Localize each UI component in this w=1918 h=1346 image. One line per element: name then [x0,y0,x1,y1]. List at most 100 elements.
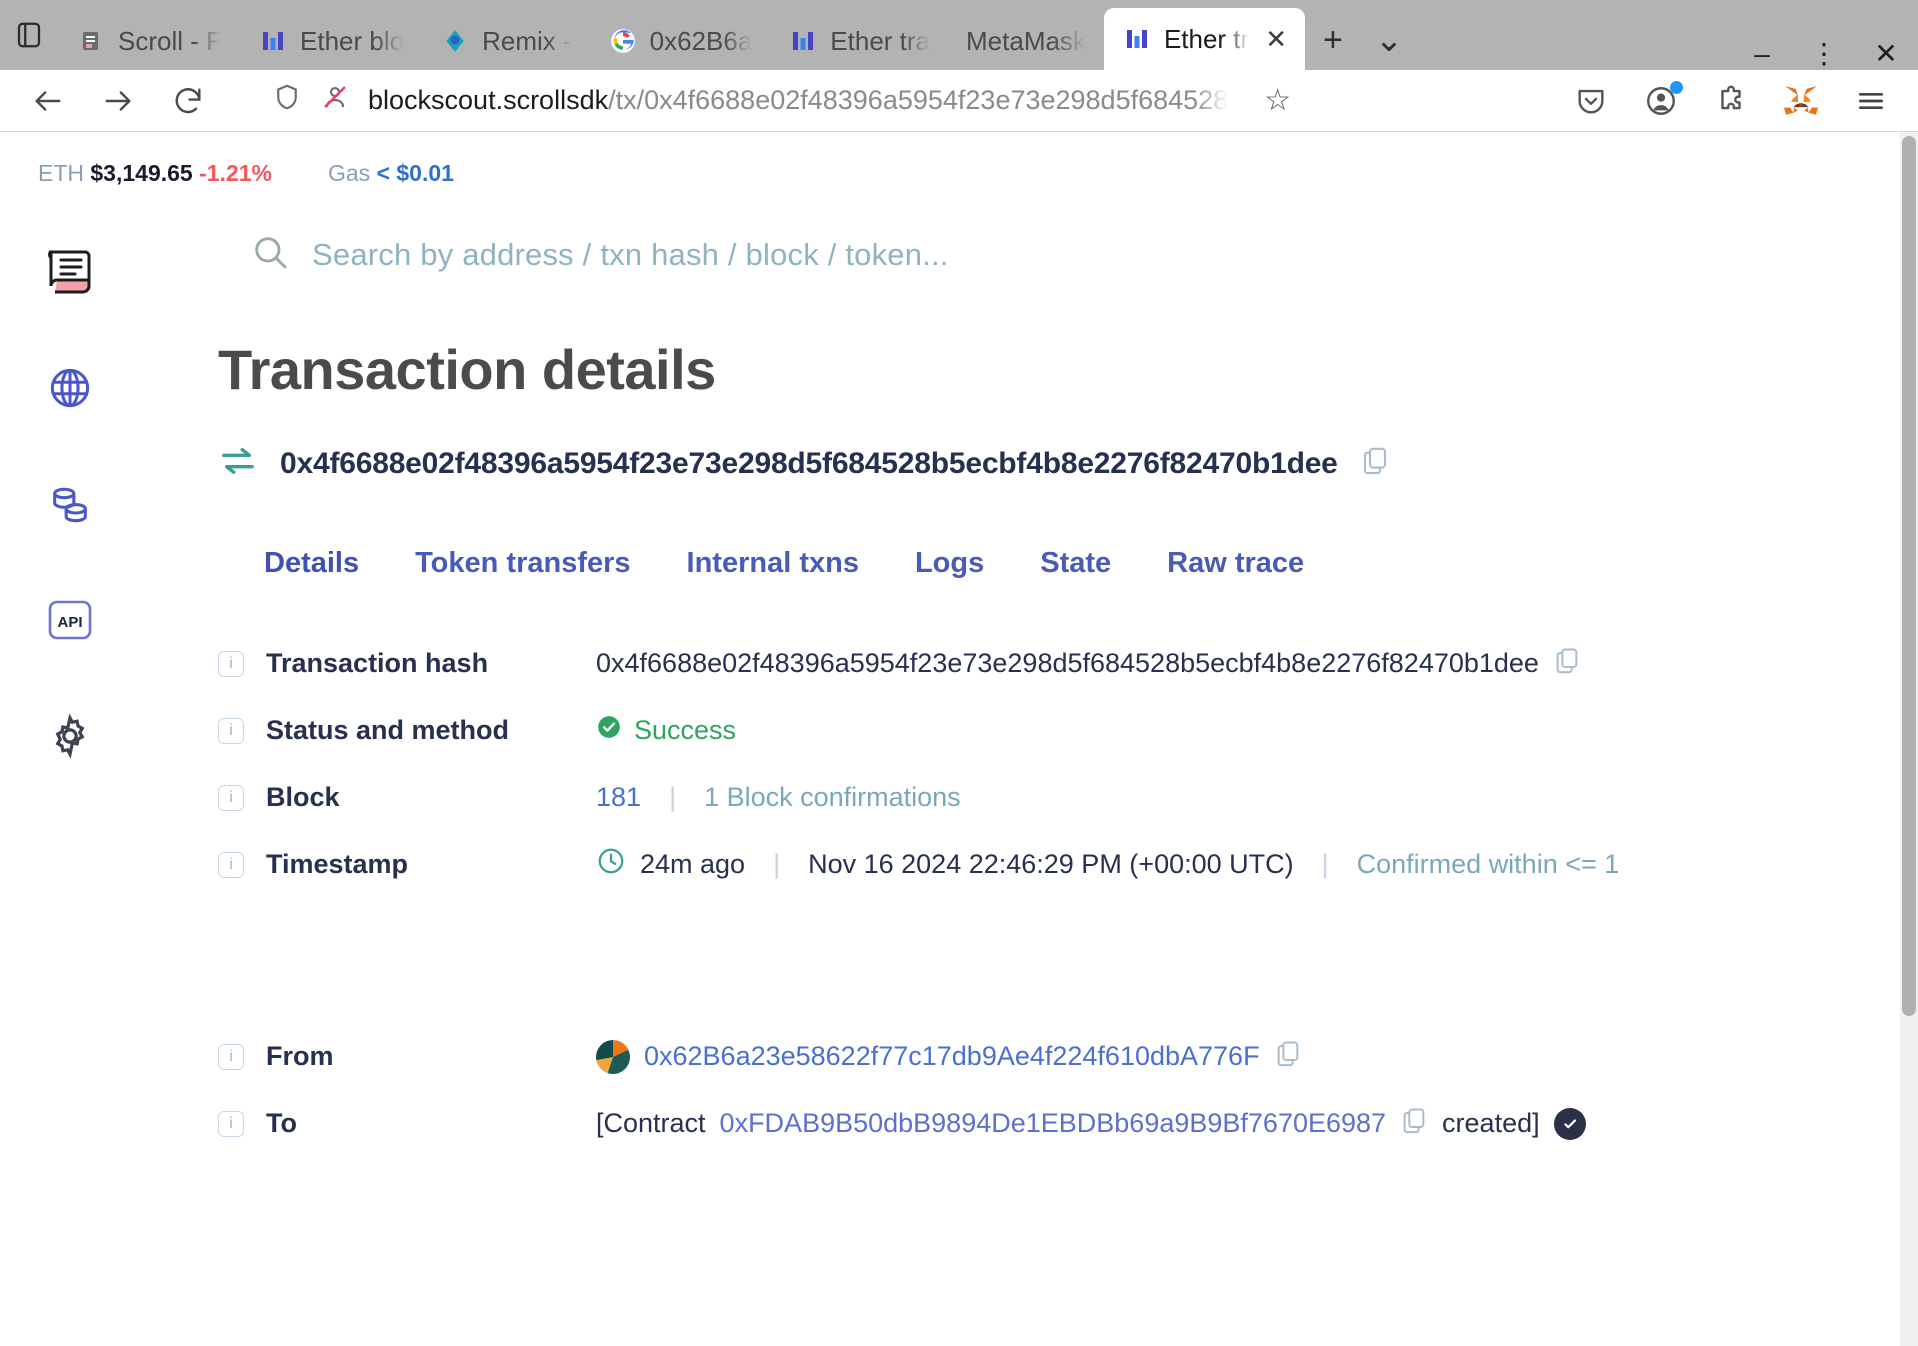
sidebar-item-blockchain[interactable] [38,358,102,422]
tab-label: Remix - [482,25,572,56]
tab-label: MetaMask [966,25,1086,56]
to-contract-link[interactable]: 0xFDAB9B50dbB9894De1EBDBb69a9B9Bf7670E69… [720,1108,1387,1139]
info-hint-icon[interactable]: i [218,1110,244,1137]
info-hint-icon[interactable]: i [218,851,244,878]
restore-button[interactable]: ⋮ [1806,37,1842,70]
info-hint-icon[interactable]: i [218,650,244,677]
copy-icon[interactable] [1400,1106,1428,1141]
firefox-view-icon[interactable] [0,0,58,70]
globe-icon [47,365,93,416]
url-text[interactable]: blockscout.scrollsdk/tx/0x4f6688e02f4839… [368,85,1228,116]
detail-value: Success [596,714,736,747]
tab-raw-trace[interactable]: Raw trace [1139,537,1332,590]
url-host: blockscout.scrollsdk [368,85,609,115]
bookmark-icon[interactable]: ☆ [1264,83,1291,118]
tab-ether-blocks[interactable]: Ether blo [240,12,422,70]
tab-metamask[interactable]: MetaMask [948,12,1104,70]
detail-value: 181 | 1 Block confirmations [596,782,961,813]
tab-label: Ether tra [830,25,931,56]
chevron-down-icon[interactable]: ⌄ [1361,10,1417,70]
detail-row-transaction-hash: i Transaction hash 0x4f6688e02f48396a595… [218,630,1900,697]
detail-label: Transaction hash [266,648,489,678]
search-input[interactable]: Search by address / txn hash / block / t… [312,237,949,273]
detail-label: To [266,1108,297,1138]
blockscout-icon [1122,24,1152,54]
tab-google-address[interactable]: 0x62B6a [590,12,771,70]
sidebar-item-tokens[interactable] [38,474,102,538]
tab-logs[interactable]: Logs [887,537,1012,590]
gas-label: Gas [327,160,371,186]
navigation-toolbar: blockscout.scrollsdk/tx/0x4f6688e02f4839… [0,70,1918,132]
search-bar[interactable]: Search by address / txn hash / block / t… [180,210,1900,277]
back-button[interactable] [26,79,70,123]
contract-suffix: created] [1442,1108,1540,1138]
tab-label: Scroll - F [118,25,222,56]
transaction-hash-text: 0x4f6688e02f48396a5954f23e73e298d5f68452… [596,648,1539,678]
clock-icon [596,846,626,883]
blockscout-icon [788,26,818,56]
sidebar-item-settings[interactable] [38,706,102,770]
network-stats-bar: ETH $3,149.65 -1.21% Gas < $0.01 [0,132,1900,187]
tab-internal-txns[interactable]: Internal txns [659,537,887,590]
shield-icon[interactable] [272,82,302,119]
tab-strip: Scroll - F Ether blo Remix - 0x62B6a Eth… [0,0,1918,70]
extensions-icon[interactable] [1710,80,1752,122]
detail-row-from: i From 0x62B6a23e58622f77c17db9Ae4f224f6… [218,1023,1900,1090]
menu-icon[interactable] [1850,80,1892,122]
close-icon[interactable]: ✕ [1265,24,1287,55]
address-bar[interactable]: blockscout.scrollsdk/tx/0x4f6688e02f4839… [236,78,1516,124]
tab-scroll[interactable]: Scroll - F [58,12,240,70]
close-window-button[interactable]: ✕ [1868,37,1904,70]
tab-state[interactable]: State [1012,537,1139,590]
eth-price: $3,149.65 [90,160,193,186]
forward-button[interactable] [96,79,140,123]
svg-text:API: API [57,614,82,631]
tab-details[interactable]: Details [236,537,387,590]
avatar [596,1039,630,1074]
scrollbar-thumb[interactable] [1902,136,1916,1016]
block-confirmations: 1 Block confirmations [704,782,961,812]
sidebar-item-api[interactable]: API [38,590,102,654]
transaction-hash-header: 0x4f6688e02f48396a5954f23e73e298d5f68452… [218,444,1900,483]
reload-button[interactable] [166,79,210,123]
block-number-link[interactable]: 181 [596,782,641,813]
copy-icon[interactable] [1360,445,1390,482]
gas-stat: Gas < $0.01 [328,160,454,187]
google-icon [608,26,638,56]
tokens-icon [47,481,93,532]
detail-row-status: i Status and method Success [218,697,1900,764]
tab-ether-transactions[interactable]: Ether tra [770,12,948,70]
metamask-icon[interactable] [1780,80,1822,122]
tracking-protection-off-icon[interactable] [320,82,350,119]
sidebar: API [0,242,140,770]
page-viewport: ETH $3,149.65 -1.21% Gas < $0.01 API Sea… [0,132,1900,1346]
new-tab-button[interactable]: + [1305,10,1361,70]
tab-token-transfers[interactable]: Token transfers [387,537,658,590]
copy-icon[interactable] [1553,646,1581,681]
tab-remix[interactable]: Remix - [422,12,590,70]
tab-list: Scroll - F Ether blo Remix - 0x62B6a Eth… [58,0,1744,70]
info-hint-icon[interactable]: i [218,717,244,744]
sidebar-item-scroll[interactable] [38,242,102,306]
scroll-logo-icon [41,244,99,305]
info-hint-icon[interactable]: i [218,1043,244,1070]
info-hint-icon[interactable]: i [218,784,244,811]
copy-icon[interactable] [1274,1039,1302,1074]
api-icon: API [46,596,94,649]
tab-ether-tx-active[interactable]: Ether tr ✕ [1103,8,1305,70]
minimize-button[interactable]: – [1744,38,1780,70]
verified-contract-icon [1553,1107,1586,1140]
eth-price-stat: ETH $3,149.65 -1.21% [38,160,272,187]
divider: | [773,849,781,879]
blockscout-icon [258,26,288,56]
eth-label: ETH [38,160,84,186]
from-address-link[interactable]: 0x62B6a23e58622f77c17db9Ae4f224f610dbA77… [644,1041,1260,1072]
account-icon[interactable] [1640,80,1683,122]
detail-value: 0x62B6a23e58622f77c17db9Ae4f224f610dbA77… [596,1039,1302,1074]
transaction-hash-value: 0x4f6688e02f48396a5954f23e73e298d5f68452… [280,446,1338,480]
divider: | [669,782,677,812]
url-path: /tx/0x4f6688e02f48396a5954f23e73e298d5f6… [608,85,1229,115]
account-notification-dot [1670,80,1683,94]
vertical-scrollbar[interactable] [1900,132,1918,1346]
pocket-icon[interactable] [1570,80,1612,122]
